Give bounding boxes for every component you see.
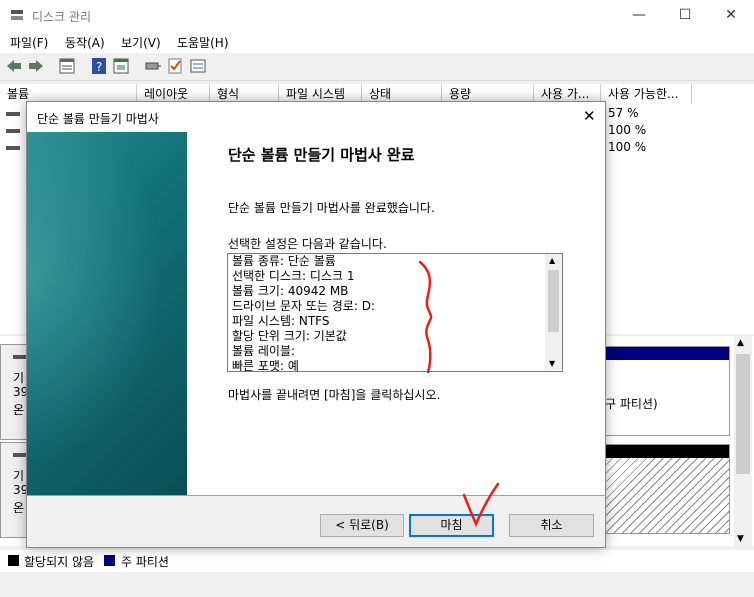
list-icon[interactable] <box>58 57 76 75</box>
settings-line: 볼륨 크기: 40942 MB <box>232 284 349 298</box>
primary-swatch <box>104 555 115 566</box>
menu-action[interactable]: 동작(A) <box>65 34 105 51</box>
maximize-button[interactable]: ☐ <box>662 0 708 31</box>
disk-icon <box>13 355 27 359</box>
settings-summary-textbox[interactable]: 볼륨 종류: 단순 볼륨 선택한 디스크: 디스크 1 볼륨 크기: 40942… <box>227 253 563 372</box>
scroll-down-arrow[interactable]: ▼ <box>549 359 555 368</box>
unallocated-swatch <box>8 555 19 566</box>
disk-status-text: 온 <box>13 501 25 515</box>
unallocated-partition[interactable] <box>604 444 730 534</box>
disk-status-text: 온 <box>13 403 25 417</box>
scroll-thumb[interactable] <box>548 270 559 332</box>
disk-0-label[interactable]: 기 39 온 <box>0 344 28 440</box>
settings-line: 할당 단위 크기: 기본값 <box>232 329 347 343</box>
unallocated-bar <box>605 445 729 458</box>
settings-line: 빠른 포맷: 예 <box>232 359 299 372</box>
finish-hint: 마법사를 끝내려면 [마침]을 클릭하십시오. <box>228 388 441 402</box>
scroll-up-arrow[interactable]: ▲ <box>737 338 744 348</box>
footer-divider <box>27 495 605 496</box>
back-icon[interactable] <box>5 57 23 75</box>
wizard-sidebar-graphic <box>27 132 187 495</box>
settings-line: 드라이브 문자 또는 경로: D: <box>232 299 375 313</box>
connect-icon[interactable] <box>144 57 162 75</box>
properties-icon[interactable] <box>112 57 130 75</box>
completed-message: 단순 볼륨 만들기 마법사를 완료했습니다. <box>228 201 435 215</box>
minimize-button[interactable]: — <box>616 0 662 31</box>
check-icon[interactable] <box>166 57 184 75</box>
settings-line: 선택한 디스크: 디스크 1 <box>232 269 355 283</box>
scroll-thumb[interactable] <box>736 354 750 474</box>
settings-icon[interactable] <box>189 57 207 75</box>
menu-view[interactable]: 보기(V) <box>121 34 161 51</box>
cancel-button[interactable]: 취소 <box>509 514 594 537</box>
volume-icon <box>6 146 20 150</box>
legend-primary: 주 파티션 <box>121 555 169 569</box>
forward-icon[interactable] <box>27 57 45 75</box>
dialog-title-bar: 단순 볼륨 만들기 마법사 ✕ <box>27 102 605 132</box>
column-percent-free[interactable]: 사용 가능한... <box>601 84 692 104</box>
percent-free-cell: 57 % <box>608 106 639 120</box>
window-title: 디스크 관리 <box>32 10 92 24</box>
menu-help[interactable]: 도움말(H) <box>177 34 229 51</box>
close-button[interactable]: ✕ <box>708 0 754 31</box>
toolbar: ? <box>0 53 754 81</box>
partition-type-text: 구 파티션) <box>605 397 658 411</box>
disk-1-label[interactable]: 기 39 온 <box>0 442 28 538</box>
primary-partition[interactable]: 구 파티션) <box>604 346 730 436</box>
menu-bar: 파일(F) 동작(A) 보기(V) 도움말(H) <box>0 31 754 53</box>
volume-icon <box>6 112 20 116</box>
dialog-close-button[interactable]: ✕ <box>583 107 596 125</box>
legend-bar: 할당되지 않음 주 파티션 <box>0 550 754 572</box>
back-button[interactable]: < 뒤로(B) <box>320 514 404 537</box>
wizard-heading: 단순 볼륨 만들기 마법사 완료 <box>228 146 415 164</box>
finish-button[interactable]: 마침 <box>409 514 494 537</box>
volume-icon <box>6 129 20 133</box>
percent-free-cell: 100 % <box>608 123 647 137</box>
disk-management-icon <box>11 10 23 20</box>
sidebar-wave <box>27 132 187 495</box>
menu-file[interactable]: 파일(F) <box>10 34 48 51</box>
settings-line: 볼륨 레이블: <box>232 344 296 358</box>
dialog-title: 단순 볼륨 만들기 마법사 <box>37 112 159 126</box>
legend-unallocated: 할당되지 않음 <box>24 555 95 569</box>
settings-label: 선택한 설정은 다음과 같습니다. <box>228 237 387 251</box>
scroll-down-arrow[interactable]: ▼ <box>737 534 744 544</box>
vertical-scrollbar[interactable]: ▲ ▼ <box>734 336 752 546</box>
unallocated-hatch <box>605 458 729 533</box>
disk-icon <box>13 453 27 457</box>
svg-text:?: ? <box>96 60 102 74</box>
status-bar <box>0 574 754 597</box>
settings-line: 파일 시스템: NTFS <box>232 314 330 328</box>
settings-line: 볼륨 종류: 단순 볼륨 <box>232 254 336 268</box>
help-icon[interactable]: ? <box>90 57 108 75</box>
scroll-up-arrow[interactable]: ▲ <box>549 256 555 265</box>
primary-partition-bar <box>605 347 729 360</box>
disk-type-text: 기 <box>13 469 25 483</box>
percent-free-cell: 100 % <box>608 140 647 154</box>
title-bar: 디스크 관리 — ☐ ✕ <box>0 0 754 31</box>
disk-type-text: 기 <box>13 371 25 385</box>
textbox-scrollbar[interactable]: ▲ ▼ <box>545 254 562 370</box>
